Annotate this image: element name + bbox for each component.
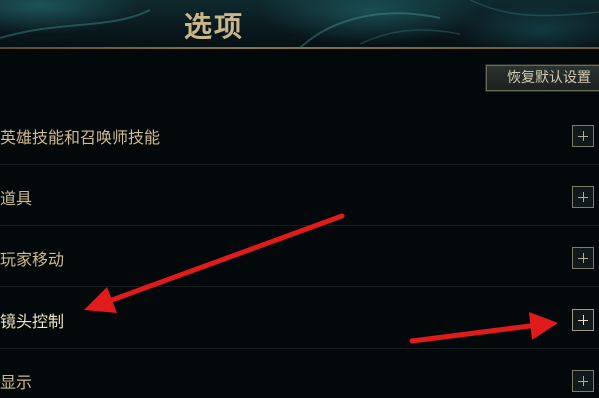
expand-plus-icon[interactable] bbox=[572, 369, 594, 392]
settings-row-items[interactable]: 道具 bbox=[0, 168, 599, 226]
settings-row-camera-control[interactable]: 镜头控制 bbox=[0, 291, 599, 349]
options-window: 选项 恢复默认设置 英雄技能和召唤师技能 道具 玩家移动 镜头控制 显示 bbox=[0, 0, 599, 398]
settings-row-abilities[interactable]: 英雄技能和召唤师技能 bbox=[0, 107, 599, 165]
settings-row-label: 镜头控制 bbox=[0, 311, 65, 331]
expand-plus-icon[interactable] bbox=[572, 308, 594, 331]
settings-row-player-movement[interactable]: 玩家移动 bbox=[0, 229, 599, 287]
settings-row-display[interactable]: 显示 bbox=[0, 352, 599, 398]
page-title: 选项 bbox=[184, 10, 245, 43]
reset-defaults-button[interactable]: 恢复默认设置 bbox=[485, 64, 599, 92]
settings-row-label: 显示 bbox=[0, 372, 33, 392]
header-decoration bbox=[0, 0, 599, 48]
expand-plus-icon[interactable] bbox=[572, 124, 594, 147]
expand-plus-icon[interactable] bbox=[572, 185, 594, 208]
settings-row-label: 英雄技能和召唤师技能 bbox=[0, 127, 161, 147]
header-divider bbox=[0, 47, 599, 49]
settings-row-label: 玩家移动 bbox=[0, 249, 65, 269]
expand-plus-icon[interactable] bbox=[572, 246, 594, 269]
settings-row-label: 道具 bbox=[0, 188, 33, 208]
header-banner: 选项 bbox=[0, 0, 599, 49]
